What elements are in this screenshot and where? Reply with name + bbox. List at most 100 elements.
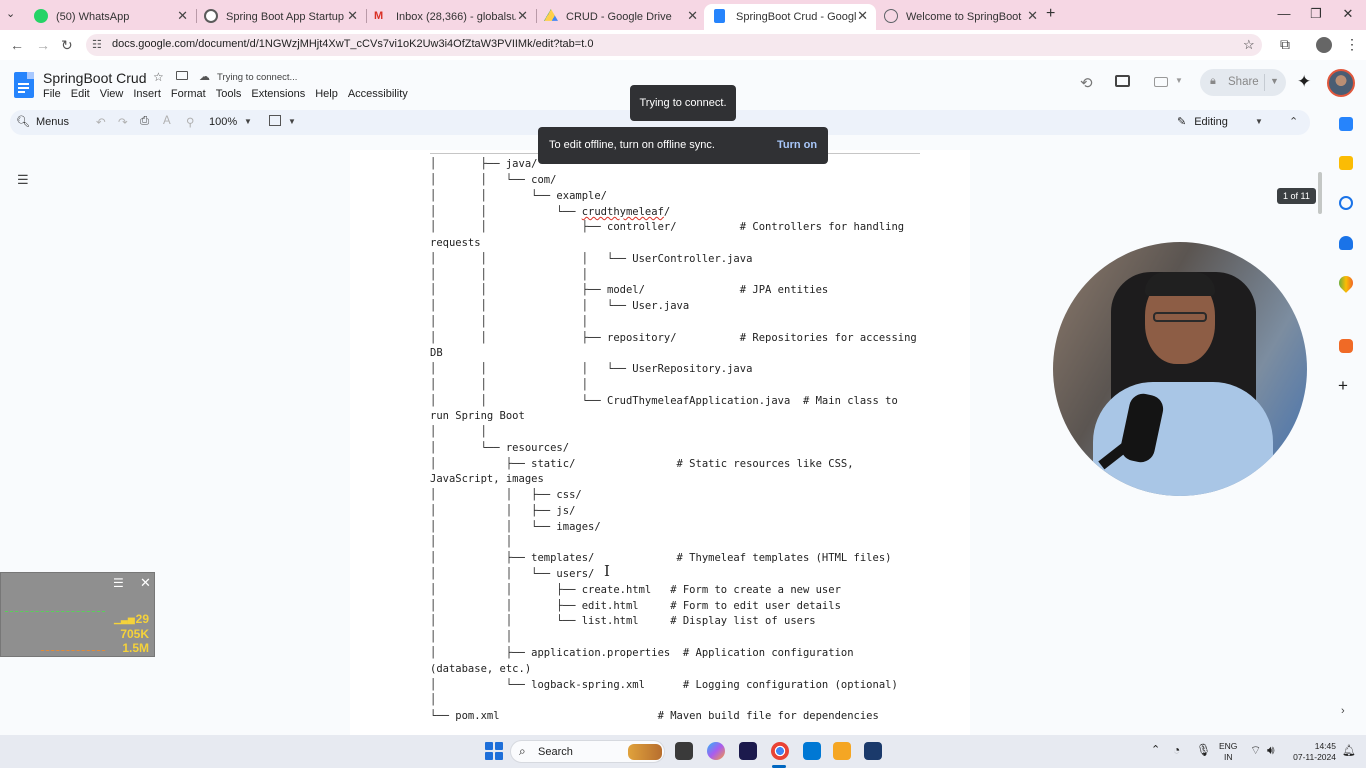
taskbar-search[interactable]: ⌕ Search	[510, 740, 665, 763]
comments-icon[interactable]	[1115, 75, 1130, 87]
meet-icon[interactable]	[1154, 77, 1168, 87]
code-line[interactable]: │ │	[430, 630, 512, 644]
menu-accessibility[interactable]: Accessibility	[348, 88, 408, 100]
move-folder-icon[interactable]	[176, 71, 188, 80]
network-status-icon[interactable]: ◔	[1173, 743, 1180, 757]
clock[interactable]: 14:45 07-11-2024	[1288, 741, 1336, 763]
copilot-icon[interactable]	[707, 742, 725, 760]
spelling-check-icon[interactable]: A	[163, 115, 171, 127]
code-line[interactable]: │ ├── application.properties # Applicati…	[430, 646, 854, 660]
microphone-icon[interactable]: 🎙︎	[1196, 743, 1211, 757]
chevron-down-icon[interactable]: ▼	[1175, 76, 1183, 85]
new-tab-button[interactable]: +	[1046, 5, 1055, 23]
chevron-down-icon[interactable]: ▼	[1255, 117, 1263, 126]
addon-icon[interactable]	[1339, 339, 1353, 353]
visual-studio-icon[interactable]	[864, 742, 882, 760]
close-tab-icon[interactable]: ✕	[1027, 8, 1038, 24]
premiere-pro-icon[interactable]	[739, 742, 757, 760]
redo-icon[interactable]: ↷	[118, 115, 128, 129]
insert-image-icon[interactable]	[269, 115, 281, 126]
chevron-down-icon[interactable]: ▼	[1270, 76, 1279, 86]
chevron-down-icon[interactable]: ▼	[288, 117, 296, 126]
wifi-icon[interactable]: ⌔	[1250, 743, 1261, 758]
code-line[interactable]: │ │ ├── repository/ # Repositories for a…	[430, 331, 917, 345]
url-bar[interactable]: ☷ docs.google.com/document/d/1NGWzjMHjt4…	[86, 34, 1262, 56]
code-line[interactable]: │ │ │	[430, 268, 588, 282]
undo-icon[interactable]: ↶	[96, 115, 106, 129]
code-line[interactable]: │ │ └── images/	[430, 520, 601, 534]
language-indicator[interactable]: ENG IN	[1219, 741, 1237, 763]
notifications-icon[interactable]: 🔔︎	[1342, 744, 1356, 757]
close-tab-icon[interactable]: ✕	[347, 8, 358, 24]
widget-close-icon[interactable]: ✕	[140, 575, 151, 591]
menu-file[interactable]: File	[43, 88, 61, 100]
forward-icon[interactable]: →	[36, 37, 50, 53]
code-line[interactable]: (database, etc.)	[430, 662, 531, 676]
code-line[interactable]: requests	[430, 236, 481, 250]
close-tab-icon[interactable]: ✕	[517, 8, 528, 24]
zoom-select[interactable]: 100%	[209, 116, 237, 128]
account-avatar[interactable]	[1327, 69, 1355, 97]
code-line[interactable]: │ └── resources/	[430, 441, 569, 455]
bookmark-star-icon[interactable]: ☆	[1243, 37, 1255, 53]
windows-start-icon[interactable]	[485, 742, 503, 760]
site-info-icon[interactable]: ☷	[92, 38, 102, 51]
code-line[interactable]: │ └── logback-spring.xml # Logging confi…	[430, 678, 898, 692]
code-line[interactable]: │ │ └── CrudThymeleafApplication.java # …	[430, 394, 898, 408]
code-line[interactable]: JavaScript, images	[430, 472, 544, 486]
editing-mode-select[interactable]: ✎ Editing	[1177, 115, 1228, 128]
print-icon[interactable]: ⎙	[140, 115, 149, 128]
code-line[interactable]: │ │ │ └── UserRepository.java	[430, 362, 752, 376]
document-page[interactable]: │ ├── java/ │ │ └── com/ │ │ └── example/ │…	[350, 150, 970, 735]
search-menus-button[interactable]: 🔍︎ Menus	[16, 115, 69, 128]
code-line[interactable]: │ │ │ └── User.java	[430, 299, 689, 313]
app-icon[interactable]	[833, 742, 851, 760]
code-line[interactable]: │ │ │	[430, 315, 588, 329]
menu-insert[interactable]: Insert	[133, 88, 161, 100]
contacts-icon[interactable]	[1339, 236, 1353, 250]
tab-welcome-springboot[interactable]: Welcome to SpringBoot ✕	[874, 4, 1046, 30]
code-line[interactable]: DB	[430, 346, 443, 360]
close-tab-icon[interactable]: ✕	[857, 8, 868, 24]
code-line[interactable]: │ │ │ └── UserController.java	[430, 252, 752, 266]
vscode-icon[interactable]	[803, 742, 821, 760]
code-line[interactable]: │	[430, 693, 436, 707]
chrome-menu-icon[interactable]: ⋮	[1345, 36, 1359, 53]
calendar-icon[interactable]	[1339, 117, 1353, 131]
version-history-icon[interactable]: ⟲	[1080, 74, 1093, 92]
menu-format[interactable]: Format	[171, 88, 206, 100]
scroll-thumb[interactable]	[1318, 172, 1322, 214]
menu-view[interactable]: View	[100, 88, 124, 100]
docs-logo-icon[interactable]	[14, 72, 34, 98]
paint-format-icon[interactable]: ⚲	[186, 115, 194, 129]
tab-gmail-inbox[interactable]: M Inbox (28,366) - globalsuhanas ✕	[364, 4, 536, 30]
tab-google-drive[interactable]: CRUD - Google Drive ✕	[534, 4, 706, 30]
keep-icon[interactable]	[1339, 156, 1353, 170]
widget-menu-icon[interactable]: ☰	[113, 576, 124, 590]
turn-on-button[interactable]: Turn on	[777, 139, 817, 151]
document-scrollbar[interactable]	[1316, 150, 1324, 735]
code-line[interactable]: │ ├── templates/ # Thymeleaf templates (…	[430, 551, 891, 565]
close-tab-icon[interactable]: ✕	[177, 8, 188, 24]
restore-icon[interactable]: ❐	[1306, 6, 1326, 22]
reload-icon[interactable]: ↻	[61, 37, 73, 54]
close-window-icon[interactable]: ✕	[1338, 6, 1358, 22]
tab-whatsapp[interactable]: (50) WhatsApp ✕	[24, 4, 196, 30]
close-tab-icon[interactable]: ✕	[687, 8, 698, 24]
code-line[interactable]: │ │ ├── css/	[430, 488, 582, 502]
code-line[interactable]: │ │ └── list.html # Display list of user…	[430, 614, 816, 628]
code-line[interactable]: │ ├── java/	[430, 157, 537, 171]
back-icon[interactable]: ←	[10, 37, 24, 53]
code-line[interactable]: │ │ ├── js/	[430, 504, 575, 518]
code-line[interactable]: │ │ └── crudthymeleaf/	[430, 205, 670, 219]
chrome-icon[interactable]	[771, 742, 789, 760]
code-line[interactable]: │ │ ├── create.html # Form to create a n…	[430, 583, 841, 597]
profile-icon[interactable]	[1316, 37, 1332, 53]
menu-edit[interactable]: Edit	[71, 88, 90, 100]
code-line[interactable]: │ │ └── com/	[430, 173, 556, 187]
code-line[interactable]: └── pom.xml # Maven build file for depen…	[430, 709, 879, 723]
code-line[interactable]: │ │ ├── edit.html # Form to edit user de…	[430, 599, 841, 613]
code-line[interactable]: │ │ ├── model/ # JPA entities	[430, 283, 828, 297]
show-hidden-icons[interactable]: ⌃	[1151, 743, 1160, 756]
code-line[interactable]: │ │	[430, 535, 512, 549]
